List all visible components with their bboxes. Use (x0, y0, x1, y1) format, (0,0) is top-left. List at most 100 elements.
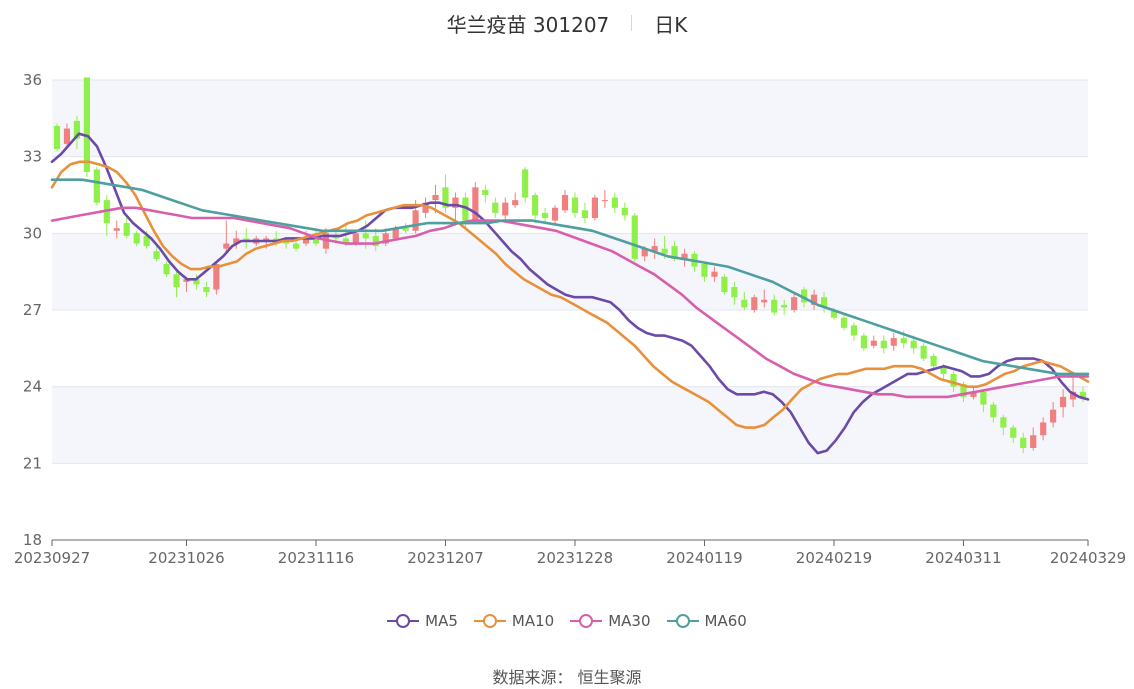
x-tick-label: 20240329 (1050, 549, 1126, 567)
candle-body (990, 404, 997, 418)
candle-body (412, 210, 419, 231)
candle-body (571, 197, 579, 213)
candle-body (661, 248, 668, 254)
candle-body (362, 233, 369, 239)
candle-body (542, 212, 549, 218)
candle-body (1060, 396, 1067, 408)
candle-body (771, 299, 778, 313)
y-tick-label: 21 (23, 454, 42, 472)
candle-body (522, 169, 529, 198)
candle-body (781, 304, 788, 308)
candle-body (591, 197, 598, 218)
grid-band (52, 463, 1088, 540)
candle-body (133, 233, 140, 244)
candle-body (173, 274, 180, 287)
candle-body (482, 189, 489, 195)
legend-label-ma60: MA60 (704, 612, 747, 630)
candle-body (880, 340, 887, 349)
y-tick-label: 24 (23, 378, 42, 396)
candle-body (163, 264, 170, 275)
candle-body (721, 276, 728, 293)
candle-body (611, 197, 618, 208)
candle-body (492, 202, 499, 213)
candle-body (890, 338, 897, 346)
legend-label-ma10: MA10 (511, 612, 555, 630)
candle-body (581, 210, 589, 218)
candle-body (601, 200, 608, 202)
candle-body (701, 264, 708, 277)
candle-body (502, 202, 509, 216)
candle-body (980, 391, 987, 405)
candle-body (870, 340, 877, 346)
legend-swatch-ma60 (666, 613, 699, 629)
candle-body (83, 77, 90, 172)
x-tick-label: 20240119 (666, 549, 742, 567)
y-tick-label: 30 (23, 224, 42, 242)
candle-body (791, 297, 798, 310)
candle-body (551, 207, 559, 221)
legend-swatch-ma5 (387, 613, 420, 629)
x-tick-label: 20240219 (796, 549, 872, 567)
y-tick-label: 36 (23, 71, 42, 89)
candle-body (53, 126, 61, 149)
candle-body (850, 325, 857, 336)
x-tick-label: 20231116 (278, 549, 354, 567)
candle-body (402, 228, 409, 231)
y-tick-label: 27 (23, 301, 42, 319)
x-tick-label: 20231026 (148, 549, 224, 567)
x-tick-label: 20240311 (925, 549, 1001, 567)
candle-body (950, 373, 957, 387)
candle-body (1020, 437, 1027, 448)
legend-swatch-ma30 (570, 613, 603, 629)
grid-band (52, 156, 1088, 234)
legend-label-ma30: MA30 (608, 612, 651, 630)
legend-item-ma5[interactable]: MA5 (387, 612, 458, 630)
grid-band (52, 233, 1088, 310)
legend-item-ma10[interactable]: MA10 (473, 612, 555, 630)
x-tick-label: 20230927 (14, 549, 90, 567)
candle-body (711, 271, 718, 277)
candle-body (1010, 427, 1017, 438)
candle-body (840, 317, 848, 328)
candle-body (920, 345, 927, 359)
grid-band (52, 80, 1088, 157)
candle-body (113, 228, 120, 231)
candle-body (731, 287, 738, 298)
candle-body (561, 195, 569, 211)
candle-body (512, 200, 519, 206)
candle-body (93, 169, 100, 203)
candle-body (203, 287, 210, 293)
candle-body (123, 223, 130, 236)
candle-body (532, 195, 539, 216)
legend-item-ma60[interactable]: MA60 (666, 612, 747, 630)
candle-body (910, 340, 917, 349)
y-tick-label: 33 (23, 148, 42, 166)
candle-body (352, 233, 359, 244)
candle-body (761, 299, 768, 303)
candle-body (1030, 435, 1037, 448)
x-tick-label: 20231207 (407, 549, 483, 567)
candle-body (741, 299, 748, 308)
candle-body (621, 207, 628, 216)
candle-body (900, 338, 907, 344)
candle-body (930, 356, 937, 367)
legend-swatch-ma10 (473, 613, 506, 629)
legend-label-ma5: MA5 (425, 612, 458, 630)
candle-body (631, 215, 638, 259)
y-tick-label: 18 (23, 531, 42, 549)
legend-item-ma30[interactable]: MA30 (570, 612, 651, 630)
candle-body (432, 195, 439, 201)
candle-body (223, 243, 230, 249)
candle-body (292, 243, 300, 249)
candle-body (1050, 409, 1057, 423)
candle-body (751, 297, 758, 310)
candle-body (153, 251, 160, 259)
candle-body (63, 128, 71, 144)
candle-body (860, 335, 867, 349)
candle-body (1000, 417, 1007, 428)
data-source: 数据来源： 恒生聚源 (492, 668, 642, 687)
x-tick-label: 20231228 (537, 549, 613, 567)
candle-body (1040, 422, 1047, 436)
chart-legend: MA5 MA10 MA30 MA60 (0, 612, 1134, 630)
candlestick-chart: 18 21 24 27 30 33 36 20230927 20231026 20231116 20… (14, 71, 1126, 567)
